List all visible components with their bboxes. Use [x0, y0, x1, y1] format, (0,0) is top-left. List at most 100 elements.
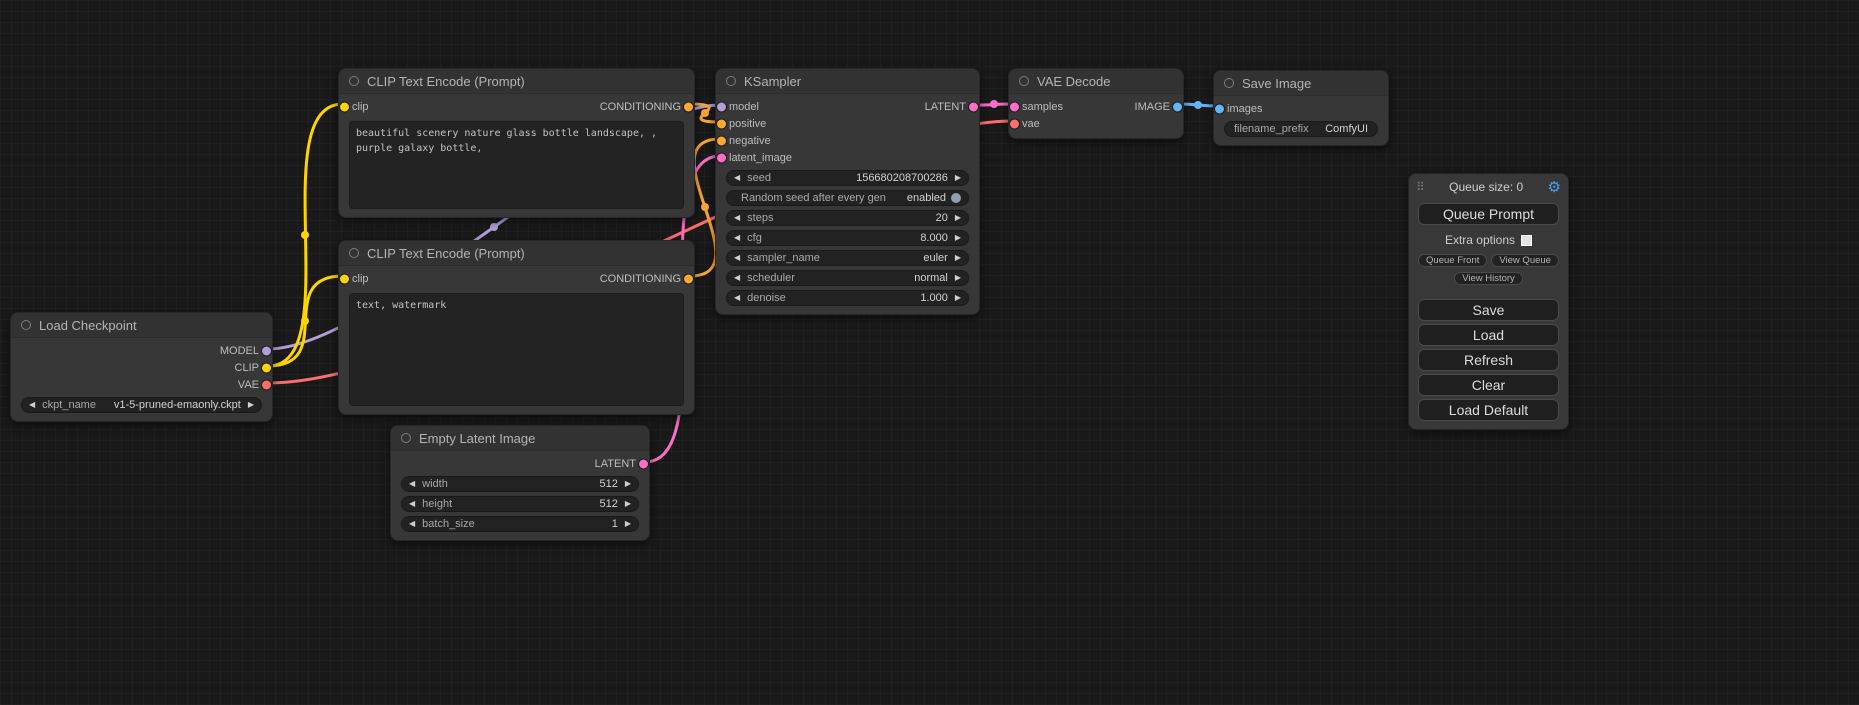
node-title: Empty Latent Image [419, 431, 535, 446]
widget-label: width [422, 478, 448, 490]
widget-denoise[interactable]: ◀ denoise 1.000 ▶ [726, 290, 969, 306]
decrement-arrow-icon[interactable]: ◀ [734, 234, 740, 242]
increment-arrow-icon[interactable]: ▶ [248, 401, 254, 409]
widget-value: normal [914, 272, 948, 284]
collapse-toggle-icon[interactable] [1019, 76, 1029, 86]
node-clip-text-encode-positive[interactable]: CLIP Text Encode (Prompt) clip CONDITION… [338, 68, 695, 218]
output-slot-model[interactable] [262, 346, 271, 355]
input-slot-negative[interactable] [717, 136, 726, 145]
output-row-latent: LATENT [391, 455, 649, 472]
widget-cfg[interactable]: ◀ cfg 8.000 ▶ [726, 230, 969, 246]
prompt-textarea[interactable]: text, watermark [349, 293, 684, 406]
output-slot-vae[interactable] [262, 380, 271, 389]
widget-width[interactable]: ◀ width 512 ▶ [401, 476, 639, 492]
widget-label: cfg [747, 232, 762, 244]
load-default-button[interactable]: Load Default [1418, 399, 1559, 421]
decrement-arrow-icon[interactable]: ◀ [734, 274, 740, 282]
clear-button[interactable]: Clear [1418, 374, 1559, 396]
widget-batch-size[interactable]: ◀ batch_size 1 ▶ [401, 516, 639, 532]
input-slot-images[interactable] [1215, 104, 1224, 113]
widget-label: filename_prefix [1234, 123, 1309, 135]
drag-handle-icon[interactable]: ⠿ [1416, 180, 1425, 194]
collapse-toggle-icon[interactable] [21, 320, 31, 330]
widget-sampler-name[interactable]: ◀ sampler_name euler ▶ [726, 250, 969, 266]
decrement-arrow-icon[interactable]: ◀ [409, 480, 415, 488]
node-title-bar[interactable]: CLIP Text Encode (Prompt) [339, 241, 694, 266]
widget-label: denoise [747, 292, 786, 304]
collapse-toggle-icon[interactable] [726, 76, 736, 86]
widget-seed[interactable]: ◀ seed 156680208700286 ▶ [726, 170, 969, 186]
view-queue-button[interactable]: View Queue [1491, 254, 1559, 267]
input-slot-vae[interactable] [1010, 119, 1019, 128]
widget-ckpt-name[interactable]: ◀ ckpt_name v1-5-pruned-emaonly.ckpt ▶ [21, 397, 262, 413]
extra-options-row: Extra options [1409, 233, 1568, 247]
extra-options-checkbox[interactable] [1521, 235, 1532, 246]
node-load-checkpoint[interactable]: Load Checkpoint MODEL CLIP VAE ◀ ckpt_na… [10, 312, 273, 422]
node-title-bar[interactable]: CLIP Text Encode (Prompt) [339, 69, 694, 94]
node-title-bar[interactable]: Empty Latent Image [391, 426, 649, 451]
input-slot-clip[interactable] [340, 274, 349, 283]
view-history-button[interactable]: View History [1454, 272, 1523, 285]
prompt-textarea[interactable]: beautiful scenery nature glass bottle la… [349, 121, 684, 209]
input-slot-clip[interactable] [340, 102, 349, 111]
output-slot-latent[interactable] [969, 102, 978, 111]
node-clip-text-encode-negative[interactable]: CLIP Text Encode (Prompt) clip CONDITION… [338, 240, 695, 415]
increment-arrow-icon[interactable]: ▶ [625, 500, 631, 508]
increment-arrow-icon[interactable]: ▶ [955, 174, 961, 182]
output-slot-image[interactable] [1173, 102, 1182, 111]
decrement-arrow-icon[interactable]: ◀ [29, 401, 35, 409]
settings-gear-icon[interactable]: ⚙ [1548, 178, 1561, 196]
collapse-toggle-icon[interactable] [1224, 78, 1234, 88]
increment-arrow-icon[interactable]: ▶ [955, 214, 961, 222]
node-canvas[interactable]: Load Checkpoint MODEL CLIP VAE ◀ ckpt_na… [0, 0, 1859, 705]
collapse-toggle-icon[interactable] [401, 433, 411, 443]
node-title-bar[interactable]: Load Checkpoint [11, 313, 272, 338]
increment-arrow-icon[interactable]: ▶ [625, 480, 631, 488]
queue-prompt-button[interactable]: Queue Prompt [1418, 203, 1559, 225]
widget-random-seed-toggle[interactable]: Random seed after every gen enabled [726, 190, 969, 206]
increment-arrow-icon[interactable]: ▶ [955, 294, 961, 302]
decrement-arrow-icon[interactable]: ◀ [734, 174, 740, 182]
output-slot-latent[interactable] [639, 459, 648, 468]
node-ksampler[interactable]: KSampler model LATENT positive negative … [715, 68, 980, 315]
decrement-arrow-icon[interactable]: ◀ [734, 254, 740, 262]
output-slot-conditioning[interactable] [684, 274, 693, 283]
input-slot-positive[interactable] [717, 119, 726, 128]
output-row-model: MODEL [11, 342, 272, 359]
node-vae-decode[interactable]: VAE Decode samples IMAGE vae [1008, 68, 1184, 139]
widget-label: sampler_name [747, 252, 820, 264]
decrement-arrow-icon[interactable]: ◀ [734, 214, 740, 222]
increment-arrow-icon[interactable]: ▶ [625, 520, 631, 528]
extra-options-label: Extra options [1445, 233, 1515, 247]
decrement-arrow-icon[interactable]: ◀ [409, 500, 415, 508]
collapse-toggle-icon[interactable] [349, 76, 359, 86]
node-empty-latent-image[interactable]: Empty Latent Image LATENT ◀ width 512 ▶ … [390, 425, 650, 541]
load-button[interactable]: Load [1418, 324, 1559, 346]
link-midpoint-dot [1194, 101, 1202, 109]
node-title-bar[interactable]: Save Image [1214, 71, 1388, 96]
widget-value: 512 [599, 498, 617, 510]
increment-arrow-icon[interactable]: ▶ [955, 234, 961, 242]
io-row-samples: samples IMAGE [1009, 98, 1183, 115]
save-button[interactable]: Save [1418, 299, 1559, 321]
queue-front-button[interactable]: Queue Front [1418, 254, 1487, 267]
decrement-arrow-icon[interactable]: ◀ [409, 520, 415, 528]
refresh-button[interactable]: Refresh [1418, 349, 1559, 371]
increment-arrow-icon[interactable]: ▶ [955, 254, 961, 262]
widget-value: euler [923, 252, 947, 264]
increment-arrow-icon[interactable]: ▶ [955, 274, 961, 282]
decrement-arrow-icon[interactable]: ◀ [734, 294, 740, 302]
output-slot-conditioning[interactable] [684, 102, 693, 111]
node-title-bar[interactable]: VAE Decode [1009, 69, 1183, 94]
widget-scheduler[interactable]: ◀ scheduler normal ▶ [726, 270, 969, 286]
input-slot-latent-image[interactable] [717, 153, 726, 162]
output-slot-clip[interactable] [262, 363, 271, 372]
input-slot-model[interactable] [717, 102, 726, 111]
collapse-toggle-icon[interactable] [349, 248, 359, 258]
node-title-bar[interactable]: KSampler [716, 69, 979, 94]
widget-steps[interactable]: ◀ steps 20 ▶ [726, 210, 969, 226]
node-save-image[interactable]: Save Image images filename_prefix ComfyU… [1213, 70, 1389, 146]
input-slot-samples[interactable] [1010, 102, 1019, 111]
widget-filename-prefix[interactable]: filename_prefix ComfyUI [1224, 121, 1378, 137]
widget-height[interactable]: ◀ height 512 ▶ [401, 496, 639, 512]
